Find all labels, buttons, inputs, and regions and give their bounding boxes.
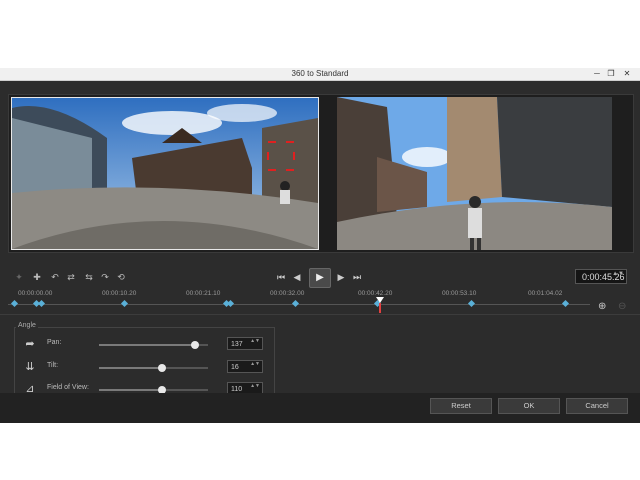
title-bar: 360 to Standard ─ ❐ ✕ [0, 68, 640, 81]
keyframe-marker[interactable] [37, 299, 46, 308]
tilt-icon: ⇊ [25, 361, 35, 373]
dialog-body: ✦ ✚ ↶ ⇄ ⇆ ↷ ⟲ ⏮ ◀ ▶ ▶ ⏭ 0:00:45.26 ▲▼ 00… [0, 81, 640, 423]
divider [0, 314, 640, 315]
fov-value: 110 [231, 386, 243, 393]
tilt-spinner[interactable]: ▲▼ [250, 362, 260, 367]
pan-value: 137 [231, 341, 243, 348]
minimize-icon[interactable]: ─ [590, 68, 604, 80]
standard-view-image [337, 97, 612, 250]
fov-spinner[interactable]: ▲▼ [250, 384, 260, 389]
tilt-row: ⇊ Tilt: 16 ▲▼ [15, 358, 274, 376]
zoom-out-icon[interactable]: ⊖ [618, 301, 626, 312]
zoom-in-icon[interactable]: ⊕ [598, 301, 606, 312]
timecode-spinner[interactable]: ▲▼ [612, 271, 624, 277]
tilt-value: 16 [231, 364, 239, 371]
playhead-line [379, 303, 381, 313]
preview-area [8, 94, 634, 253]
pan-label: Pan: [47, 339, 62, 346]
output-preview [337, 97, 612, 250]
pan-slider[interactable] [99, 341, 208, 349]
dialog-footer: Reset OK Cancel [0, 393, 640, 423]
tilt-slider-fill [99, 367, 163, 369]
add-keyframe-icon[interactable]: ✚ [30, 271, 44, 284]
timecode-field[interactable]: 0:00:45.26 ▲▼ [575, 269, 627, 284]
pan-icon: ➦ [25, 338, 35, 350]
tick-label: 00:00:10.20 [102, 290, 137, 297]
keyframe-marker[interactable] [10, 299, 19, 308]
next-frame-icon[interactable]: ▶ [334, 271, 348, 284]
keyframe-toolbar: ✦ ✚ ↶ ⇄ ⇆ ↷ ⟲ ⏮ ◀ ▶ ▶ ⏭ 0:00:45.26 ▲▼ [10, 268, 630, 288]
pan-slider-thumb[interactable] [190, 341, 199, 349]
close-icon[interactable]: ✕ [620, 68, 634, 80]
dialog-window: 360 to Standard ─ ❐ ✕ ✦ ✚ ↶ ⇄ ⇆ ↷ ⟲ ⏮ ◀ … [0, 68, 640, 423]
timeline-ruler[interactable]: 00:00:00.00 00:00:10.20 00:00:21.10 00:0… [8, 290, 590, 314]
pan-value-field[interactable]: 137 ▲▼ [227, 337, 263, 350]
tick-label: 00:00:53.10 [442, 290, 477, 297]
fov-slider[interactable] [99, 386, 208, 394]
tilt-value-field[interactable]: 16 ▲▼ [227, 360, 263, 373]
ok-button[interactable]: OK [498, 398, 560, 414]
reset-keyframe-icon[interactable]: ⟲ [114, 271, 128, 284]
tick-label: 00:00:21.10 [186, 290, 221, 297]
keyframe-marker[interactable] [226, 299, 235, 308]
pan-row: ➦ Pan: 137 ▲▼ [15, 335, 274, 353]
previous-keyframe-icon[interactable]: ⇆ [82, 271, 96, 284]
tilt-slider[interactable] [99, 364, 208, 372]
angle-panel: ➦ Pan: 137 ▲▼ ⇊ Tilt: 16 ▲▼ ⊿ Field of V… [14, 327, 275, 400]
pan-spinner[interactable]: ▲▼ [250, 339, 260, 344]
keyframe-marker[interactable] [561, 299, 570, 308]
panorama-image [12, 98, 318, 249]
tick-label: 00:00:00.00 [18, 290, 53, 297]
next-keyframe-icon[interactable]: ↷ [98, 271, 112, 284]
angle-group-label: Angle [16, 322, 38, 329]
tick-label: 00:00:42.20 [358, 290, 393, 297]
go-to-start-icon[interactable]: ⏮ [274, 271, 288, 284]
add-keyframe-disabled-icon[interactable]: ✦ [12, 271, 26, 284]
tick-label: 00:00:32.00 [270, 290, 305, 297]
remove-keyframe-icon[interactable]: ↶ [48, 271, 62, 284]
go-to-end-icon[interactable]: ⏭ [350, 271, 364, 284]
restore-icon[interactable]: ❐ [604, 68, 618, 80]
keyframe-marker[interactable] [467, 299, 476, 308]
tilt-slider-thumb[interactable] [158, 364, 167, 372]
cancel-button[interactable]: Cancel [566, 398, 628, 414]
tick-label: 00:01:04.02 [528, 290, 563, 297]
reverse-keyframe-icon[interactable]: ⇄ [64, 271, 78, 284]
keyframe-marker[interactable] [120, 299, 129, 308]
keyframe-marker[interactable] [291, 299, 300, 308]
previous-frame-icon[interactable]: ◀ [290, 271, 304, 284]
pan-slider-fill [99, 344, 195, 346]
fov-label: Field of View: [47, 384, 89, 391]
window-title: 360 to Standard [291, 69, 349, 78]
source-360-preview[interactable] [11, 97, 319, 250]
tilt-label: Tilt: [47, 362, 59, 369]
play-button[interactable]: ▶ [309, 268, 331, 288]
reset-button[interactable]: Reset [430, 398, 492, 414]
timeline-track[interactable] [8, 304, 590, 305]
fov-slider-fill [99, 389, 163, 391]
